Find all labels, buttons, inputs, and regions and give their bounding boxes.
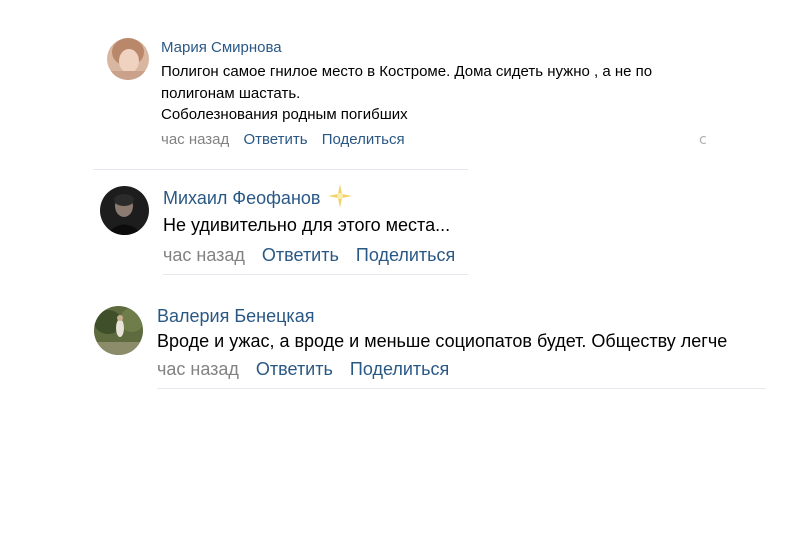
comment-text-line: Соболезнования родным погибших (161, 106, 408, 123)
sparkle-icon (327, 183, 353, 209)
comment-author[interactable]: Михаил Феофанов (163, 188, 320, 209)
share-button[interactable]: Поделиться (350, 359, 449, 379)
comment-meta: час назад Ответить Поделиться (157, 359, 461, 380)
comment-author[interactable]: Валерия Бенецкая (157, 306, 314, 327)
divider (157, 388, 766, 389)
comment-text-line: полигонам шастать. (161, 85, 301, 102)
comment-author[interactable]: Мария Смирнова (161, 39, 282, 56)
comment-text-line: Вроде и ужас, а вроде и меньше социопато… (157, 331, 728, 351)
reply-button[interactable]: Ответить (243, 131, 307, 148)
share-button[interactable]: Поделиться (322, 131, 405, 148)
comment-text-line: Полигон самое гнилое место в Костроме. Д… (161, 63, 653, 80)
comment-meta: час назад Ответить Поделиться (161, 131, 415, 148)
divider (163, 274, 468, 275)
comment-time[interactable]: час назад (163, 245, 245, 265)
reply-button[interactable]: Ответить (256, 359, 333, 379)
reply-button[interactable]: Ответить (262, 245, 339, 265)
avatar[interactable] (94, 306, 143, 355)
share-button[interactable]: Поделиться (356, 245, 455, 265)
avatar[interactable] (100, 186, 149, 235)
comment-time[interactable]: час назад (157, 359, 239, 379)
divider (93, 169, 468, 170)
comment-text-line: Не удивительно для этого места... (163, 215, 451, 235)
comment-meta: час назад Ответить Поделиться (163, 245, 467, 266)
comment-time[interactable]: час назад (161, 131, 229, 148)
more-icon[interactable]: ⅽ (699, 131, 707, 148)
avatar[interactable] (107, 38, 149, 80)
